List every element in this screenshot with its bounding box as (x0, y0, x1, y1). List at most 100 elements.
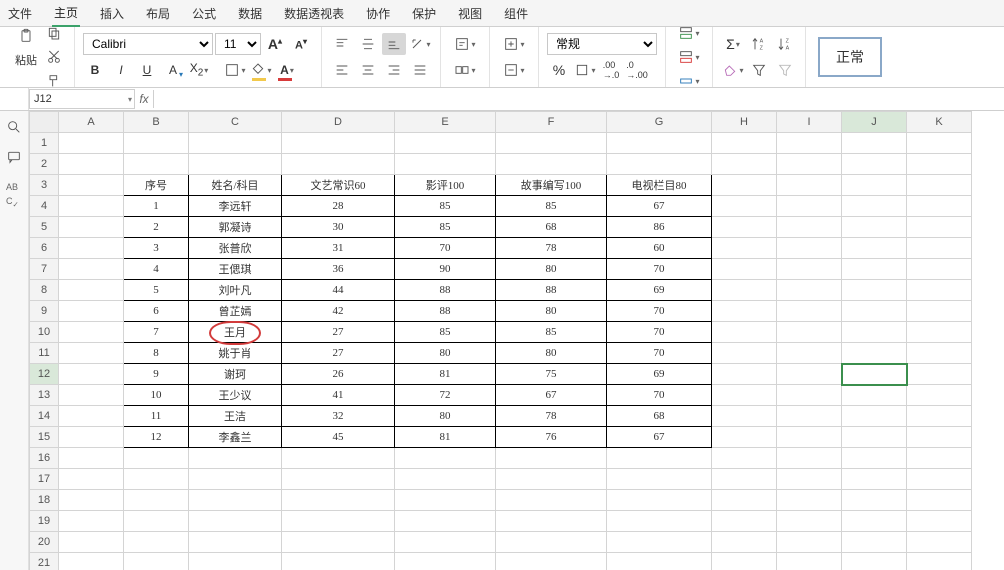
cell-I2[interactable] (777, 154, 842, 175)
cell-A14[interactable] (59, 406, 124, 427)
row-header-20[interactable]: 20 (30, 532, 59, 553)
cell-J9[interactable] (842, 301, 907, 322)
cell-F20[interactable] (496, 532, 607, 553)
cell-A11[interactable] (59, 343, 124, 364)
cell-C16[interactable] (189, 448, 282, 469)
cell-J21[interactable] (842, 553, 907, 570)
cell-B18[interactable] (124, 490, 189, 511)
underline-button[interactable]: U (135, 59, 159, 81)
cell-A4[interactable] (59, 196, 124, 217)
strike-button[interactable]: A▾ (161, 59, 185, 81)
col-header-A[interactable]: A (59, 112, 124, 133)
cell-D15[interactable]: 45 (282, 427, 395, 448)
row-header-21[interactable]: 21 (30, 553, 59, 570)
cell-F3[interactable]: 故事编写100 (496, 175, 607, 196)
cell-B9[interactable]: 6 (124, 301, 189, 322)
row-header-15[interactable]: 15 (30, 427, 59, 448)
cell-J12[interactable] (842, 364, 907, 385)
col-header-H[interactable]: H (712, 112, 777, 133)
cell-J14[interactable] (842, 406, 907, 427)
cell-F13[interactable]: 67 (496, 385, 607, 406)
cell-C2[interactable] (189, 154, 282, 175)
cell-H3[interactable] (712, 175, 777, 196)
border-button[interactable]: ▾ (223, 59, 247, 81)
cell-G11[interactable]: 70 (607, 343, 712, 364)
row-header-4[interactable]: 4 (30, 196, 59, 217)
cell-E7[interactable]: 90 (395, 259, 496, 280)
cell-D1[interactable] (282, 133, 395, 154)
cell-C11[interactable]: 姚于肖 (189, 343, 282, 364)
cell-I1[interactable] (777, 133, 842, 154)
row-header-12[interactable]: 12 (30, 364, 59, 385)
align-bottom-button[interactable] (382, 33, 406, 55)
cell-E11[interactable]: 80 (395, 343, 496, 364)
cell-B13[interactable]: 10 (124, 385, 189, 406)
align-right-button[interactable] (382, 59, 406, 81)
cell-K14[interactable] (907, 406, 972, 427)
cell-D17[interactable] (282, 469, 395, 490)
cell-F17[interactable] (496, 469, 607, 490)
cell-E18[interactable] (395, 490, 496, 511)
cell-H4[interactable] (712, 196, 777, 217)
cell-A10[interactable] (59, 322, 124, 343)
cell-I5[interactable] (777, 217, 842, 238)
cell-K17[interactable] (907, 469, 972, 490)
cell-K11[interactable] (907, 343, 972, 364)
cell-G8[interactable]: 69 (607, 280, 712, 301)
cell-I13[interactable] (777, 385, 842, 406)
decrease-font-button[interactable]: A▾ (289, 33, 313, 55)
col-header-D[interactable]: D (282, 112, 395, 133)
cell-E20[interactable] (395, 532, 496, 553)
cell-B3[interactable]: 序号 (124, 175, 189, 196)
cell-G1[interactable] (607, 133, 712, 154)
cell-D21[interactable] (282, 553, 395, 570)
cell-C18[interactable] (189, 490, 282, 511)
cell-F8[interactable]: 88 (496, 280, 607, 301)
cell-H10[interactable] (712, 322, 777, 343)
cell-H5[interactable] (712, 217, 777, 238)
col-header-K[interactable]: K (907, 112, 972, 133)
cell-K15[interactable] (907, 427, 972, 448)
cell-G10[interactable]: 70 (607, 322, 712, 343)
menu-tab-9[interactable]: 视图 (456, 1, 484, 26)
cell-B21[interactable] (124, 553, 189, 570)
cell-A2[interactable] (59, 154, 124, 175)
cell-H9[interactable] (712, 301, 777, 322)
cell-A1[interactable] (59, 133, 124, 154)
cell-H15[interactable] (712, 427, 777, 448)
cell-H21[interactable] (712, 553, 777, 570)
row-header-14[interactable]: 14 (30, 406, 59, 427)
col-header-G[interactable]: G (607, 112, 712, 133)
cell-K16[interactable] (907, 448, 972, 469)
menu-tab-4[interactable]: 公式 (190, 1, 218, 26)
cell-E16[interactable] (395, 448, 496, 469)
cell-I3[interactable] (777, 175, 842, 196)
cell-F7[interactable]: 80 (496, 259, 607, 280)
cell-A8[interactable] (59, 280, 124, 301)
cell-K18[interactable] (907, 490, 972, 511)
row-header-16[interactable]: 16 (30, 448, 59, 469)
cell-D6[interactable]: 31 (282, 238, 395, 259)
menu-tab-10[interactable]: 组件 (502, 1, 530, 26)
cell-G19[interactable] (607, 511, 712, 532)
cell-D14[interactable]: 32 (282, 406, 395, 427)
row-header-11[interactable]: 11 (30, 343, 59, 364)
cell-I8[interactable] (777, 280, 842, 301)
font-name-select[interactable]: Calibri (83, 33, 213, 55)
col-header-E[interactable]: E (395, 112, 496, 133)
cell-B14[interactable]: 11 (124, 406, 189, 427)
cell-C9[interactable]: 曾芷嫣 (189, 301, 282, 322)
accounting-button[interactable]: ▾ (573, 59, 597, 81)
cell-E21[interactable] (395, 553, 496, 570)
cell-J6[interactable] (842, 238, 907, 259)
cell-F15[interactable]: 76 (496, 427, 607, 448)
cell-G13[interactable]: 70 (607, 385, 712, 406)
cell-E13[interactable]: 72 (395, 385, 496, 406)
cell-A13[interactable] (59, 385, 124, 406)
cell-A9[interactable] (59, 301, 124, 322)
cell-E1[interactable] (395, 133, 496, 154)
cell-A20[interactable] (59, 532, 124, 553)
cell-C12[interactable]: 谢珂 (189, 364, 282, 385)
cell-B11[interactable]: 8 (124, 343, 189, 364)
col-header-I[interactable]: I (777, 112, 842, 133)
